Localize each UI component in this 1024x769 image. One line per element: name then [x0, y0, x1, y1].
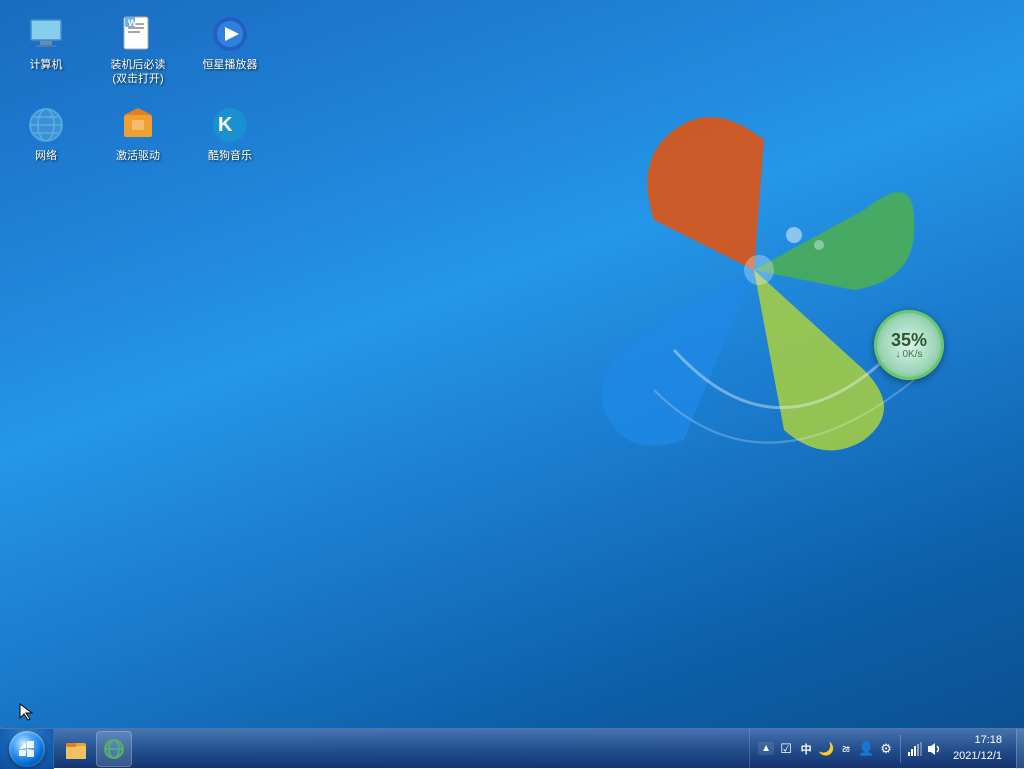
- postinstall-icon: W: [118, 14, 158, 54]
- network-icon: [26, 105, 66, 145]
- taskbar-ie[interactable]: [96, 731, 132, 767]
- desktop-icon-computer[interactable]: 计算机: [10, 10, 82, 91]
- tray-divider: [900, 735, 901, 763]
- desktop-icon-driver-label: 激活驱动: [116, 149, 160, 163]
- tray-ime-icon[interactable]: 中: [798, 741, 814, 757]
- tray-moon-icon[interactable]: 🌙: [818, 741, 834, 757]
- cursor: [18, 702, 38, 722]
- desktop-icon-kugou[interactable]: K 酷狗音乐: [194, 101, 266, 167]
- desktop-icon-mediaplayer-label: 恒星播放器: [203, 58, 258, 72]
- desktop-icon-driver[interactable]: 激活驱动: [102, 101, 174, 167]
- tray-network-icon[interactable]: [907, 741, 923, 757]
- desktop-icon-network[interactable]: 网络: [10, 101, 82, 167]
- clock-date: 2021/12/1: [953, 749, 1002, 764]
- desktop-icon-mediaplayer[interactable]: 恒星播放器: [194, 10, 266, 91]
- taskbar-items: [54, 731, 749, 767]
- desktop-icon-row-0: 计算机 W 装机后必读(双击打开): [10, 10, 266, 91]
- taskbar-explorer[interactable]: [58, 731, 94, 767]
- computer-icon: [26, 14, 66, 54]
- desktop-icon-postinstall-label: 装机后必读(双击打开): [106, 58, 170, 87]
- desktop-icon-postinstall[interactable]: W 装机后必读(双击打开): [102, 10, 174, 91]
- network-meter: 35% ↓ 0K/s: [874, 310, 944, 380]
- desktop-icon-kugou-label: 酷狗音乐: [208, 149, 252, 163]
- tray-expand-button[interactable]: ▲: [758, 742, 774, 755]
- tray-checkbox-icon[interactable]: ☑: [778, 741, 794, 757]
- mediaplayer-icon: [210, 14, 250, 54]
- show-desktop-button[interactable]: [1016, 729, 1024, 769]
- system-tray: ▲ ☑ 中 🌙 ﾰ 👤 ⚙: [749, 729, 1016, 768]
- tray-text-icon[interactable]: ﾰ: [838, 741, 854, 757]
- network-arrow: ↓: [895, 349, 900, 360]
- svg-text:W: W: [128, 18, 137, 28]
- taskbar: ▲ ☑ 中 🌙 ﾰ 👤 ⚙: [0, 728, 1024, 768]
- start-button[interactable]: [0, 729, 54, 769]
- clock-time: 17:18: [974, 733, 1002, 748]
- desktop-icon-computer-label: 计算机: [30, 58, 63, 72]
- desktop-icon-network-label: 网络: [35, 149, 57, 163]
- clock[interactable]: 17:18 2021/12/1: [947, 733, 1008, 764]
- windows-orb: [9, 731, 45, 767]
- network-percent: 35%: [891, 331, 927, 349]
- desktop: 计算机 W 装机后必读(双击打开): [0, 0, 1024, 768]
- driver-icon: [118, 105, 158, 145]
- desktop-icons: 计算机 W 装机后必读(双击打开): [10, 10, 266, 167]
- tray-settings-icon[interactable]: ⚙: [878, 741, 894, 757]
- windows-logo: [574, 80, 934, 460]
- desktop-icon-row-1: 网络 激活驱动 K 酷狗: [10, 101, 266, 167]
- network-speed: ↓ 0K/s: [895, 349, 922, 360]
- tray-volume-icon[interactable]: [927, 741, 943, 757]
- tray-user-icon[interactable]: 👤: [858, 741, 874, 757]
- svg-text:K: K: [218, 114, 233, 136]
- kugou-icon: K: [210, 105, 250, 145]
